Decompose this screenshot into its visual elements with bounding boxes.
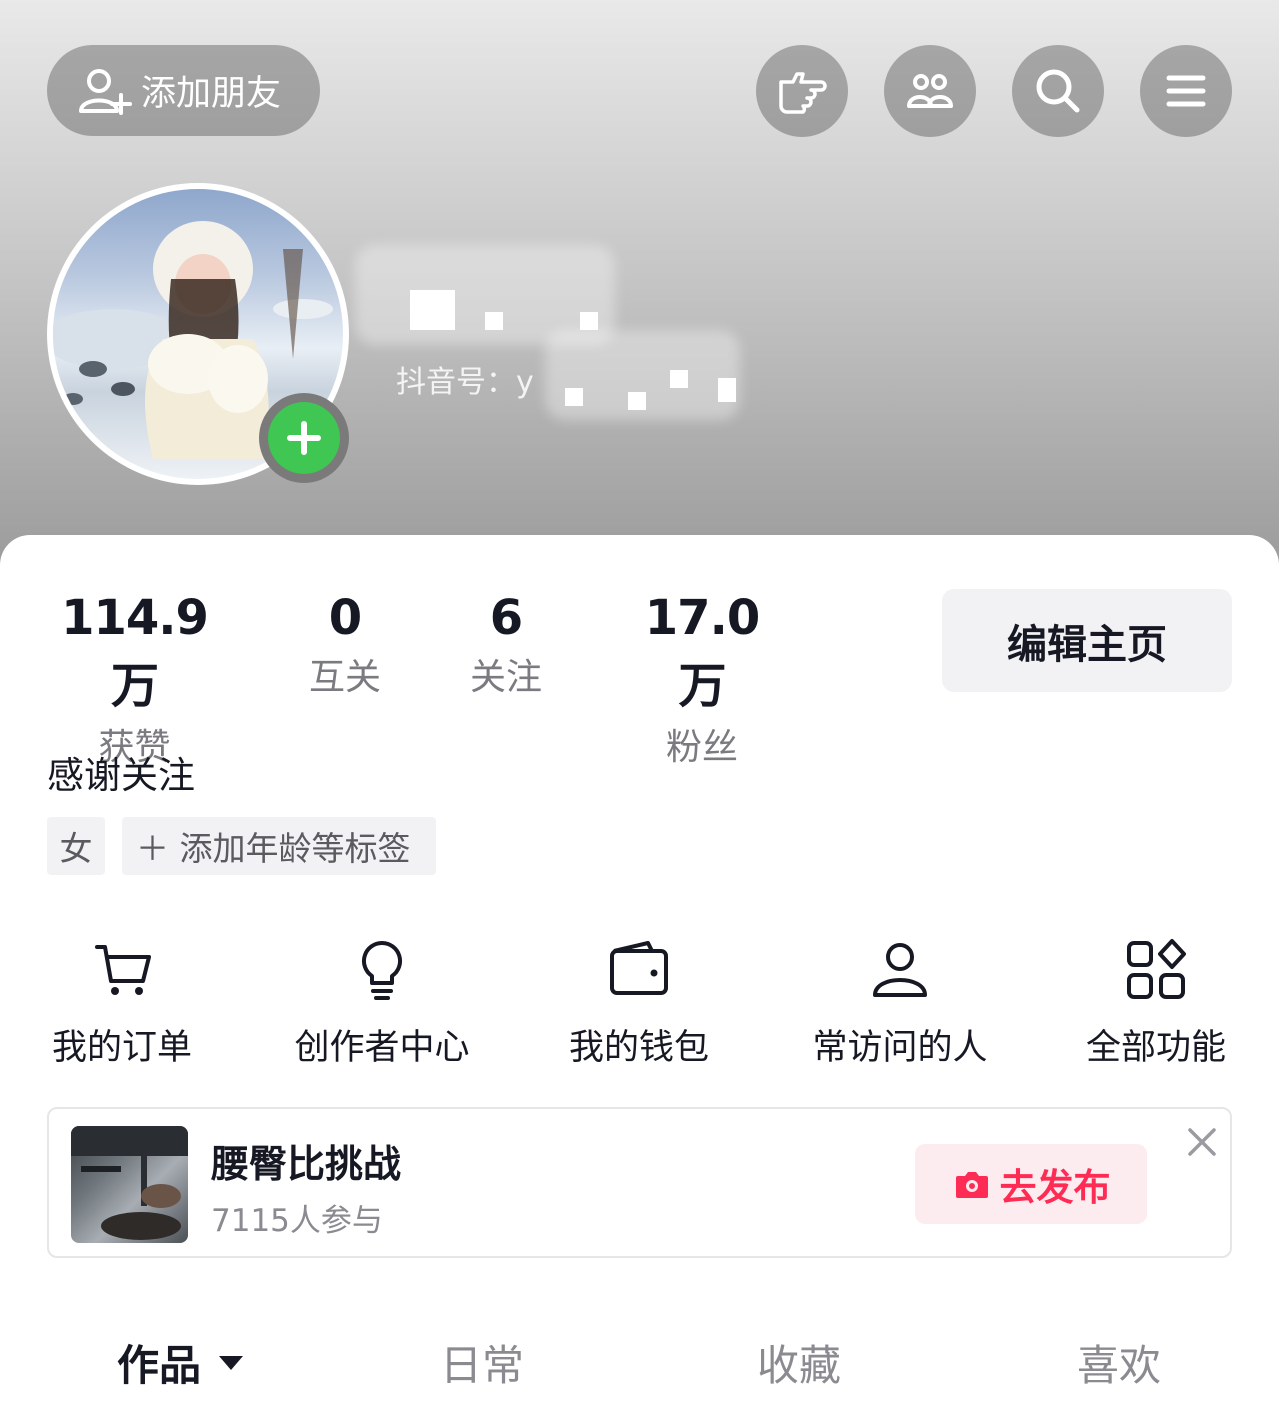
username-pixel	[485, 312, 503, 330]
grid-icon	[1127, 939, 1186, 999]
stat-followers-label: 粉丝	[665, 727, 738, 768]
add-friend-label: 添加朋友	[141, 74, 282, 114]
lightbulb-icon	[361, 940, 403, 1000]
stat-likes[interactable]: 114.9万 获赞	[47, 590, 222, 770]
stat-following-value: 6	[489, 590, 523, 646]
username-pixel	[580, 312, 598, 330]
func-label: 我的订单	[51, 1028, 192, 1068]
stat-following[interactable]: 6 关注	[456, 590, 556, 700]
challenge-participants: 7115人参与	[211, 1203, 383, 1239]
pointing-hand-button[interactable]	[756, 45, 848, 137]
search-button[interactable]	[1012, 45, 1104, 137]
func-label: 常访问的人	[812, 1028, 988, 1068]
search-icon	[1036, 69, 1080, 113]
friends-button[interactable]	[884, 45, 976, 137]
douyin-id-label: 抖音号：y	[396, 365, 534, 400]
challenge-thumbnail	[71, 1126, 188, 1243]
func-my-orders[interactable]: 我的订单	[47, 935, 197, 1070]
publish-label: 去发布	[999, 1166, 1111, 1209]
stat-followers[interactable]: 17.0万 粉丝	[622, 590, 782, 770]
wallet-icon	[610, 941, 668, 995]
username-pixel	[410, 290, 455, 330]
plus-icon	[287, 421, 321, 455]
tab-favorites[interactable]: 收藏	[757, 1332, 841, 1393]
cart-icon	[95, 945, 151, 995]
tab-label: 作品	[117, 1341, 202, 1390]
tab-daily[interactable]: 日常	[440, 1332, 524, 1393]
id-pixel	[718, 378, 736, 402]
menu-button[interactable]	[1140, 45, 1232, 137]
func-label: 我的钱包	[568, 1028, 709, 1068]
stat-followers-value: 17.0万	[644, 590, 760, 714]
tab-likes[interactable]: 喜欢	[1077, 1332, 1161, 1393]
edit-profile-button[interactable]: 编辑主页	[942, 589, 1232, 692]
stat-mutual[interactable]: 0 互关	[295, 590, 395, 700]
id-pixel	[565, 388, 583, 406]
tab-works[interactable]: 作品	[117, 1332, 245, 1393]
person-icon	[873, 943, 927, 997]
func-label: 创作者中心	[294, 1028, 470, 1068]
stat-mutual-value: 0	[328, 590, 362, 646]
challenge-title: 腰臀比挑战	[211, 1142, 402, 1186]
id-pixel	[628, 392, 646, 410]
publish-button[interactable]: 去发布	[915, 1144, 1147, 1224]
func-all-features[interactable]: 全部功能	[1080, 935, 1232, 1070]
stat-mutual-label: 互关	[308, 657, 381, 698]
func-wallet[interactable]: 我的钱包	[564, 935, 714, 1070]
add-story-button[interactable]	[259, 393, 349, 483]
close-icon[interactable]	[1185, 1125, 1219, 1159]
add-friend-button[interactable]: 添加朋友	[47, 45, 320, 136]
bio-text: 感谢关注	[47, 754, 195, 797]
add-tag-button[interactable]: ＋ 添加年龄等标签	[122, 817, 436, 875]
id-pixel	[670, 370, 688, 388]
add-person-icon	[79, 68, 132, 115]
gender-tag[interactable]: 女	[47, 817, 105, 875]
func-label: 全部功能	[1085, 1028, 1226, 1068]
func-creator-center[interactable]: 创作者中心	[287, 935, 477, 1070]
challenge-card[interactable]: 腰臀比挑战 7115人参与 去发布	[47, 1107, 1232, 1258]
stat-following-label: 关注	[469, 657, 542, 698]
gym-photo	[71, 1126, 188, 1240]
func-frequent-visitors[interactable]: 常访问的人	[805, 935, 995, 1070]
pointing-hand-icon	[779, 72, 827, 114]
friends-icon	[907, 74, 953, 108]
camera-icon	[955, 1172, 988, 1198]
stat-likes-value: 114.9万	[61, 590, 209, 714]
caret-down-icon	[219, 1355, 244, 1370]
menu-icon	[1166, 75, 1206, 107]
